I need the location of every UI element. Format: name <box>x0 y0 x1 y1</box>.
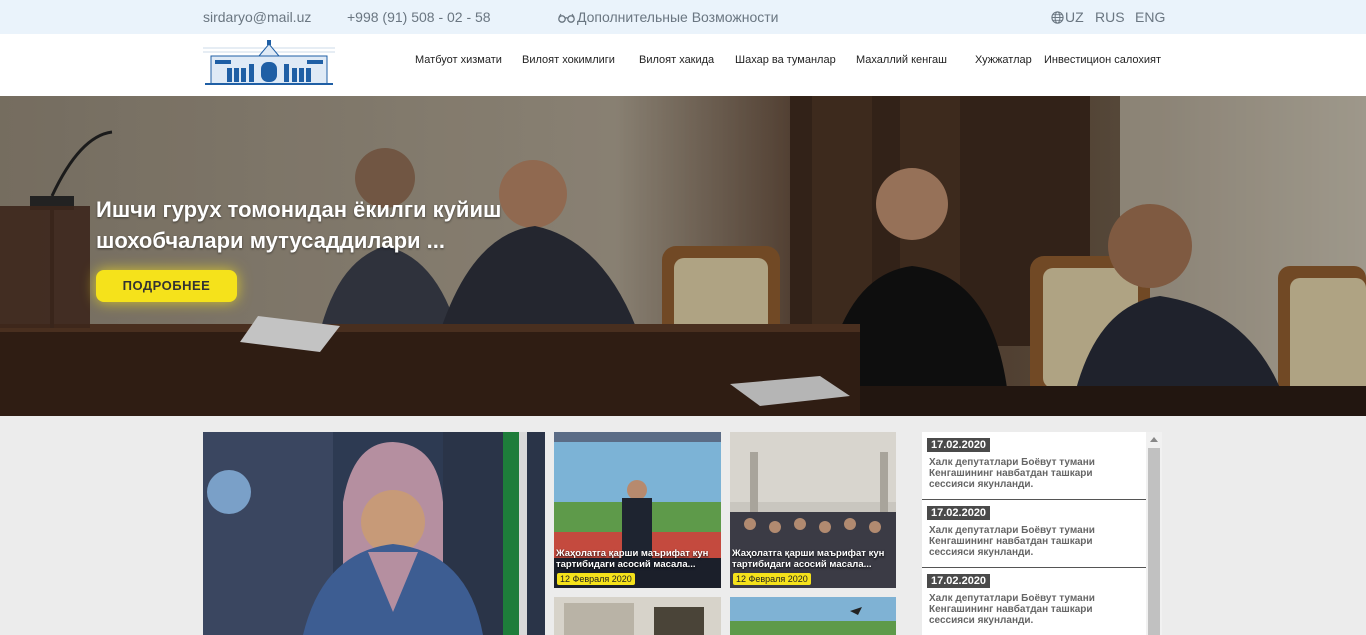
news-card[interactable]: Жаҳолатга қарши маърифат кун тартибидаги… <box>554 432 721 588</box>
hero-title: Ишчи гурух томонидан ёкилги куйиш шохобч… <box>96 197 502 253</box>
feed-scrollbar[interactable] <box>1146 432 1162 635</box>
site-header: Матбуот хизмати Вилоят хокимлиги Вилоят … <box>0 34 1366 96</box>
accessibility-link[interactable]: Дополнительные Возможности <box>558 9 778 25</box>
government-building-logo[interactable] <box>203 38 335 86</box>
news-card[interactable] <box>554 597 721 635</box>
news-date: 12 Февраля 2020 <box>733 573 811 585</box>
contact-email[interactable]: sirdaryo@mail.uz <box>203 9 311 25</box>
nav-about-region[interactable]: Вилоят хакида <box>639 54 714 66</box>
nav-regional-administration[interactable]: Вилоят хокимлиги <box>522 54 615 66</box>
lang-uz-label: UZ <box>1065 9 1084 25</box>
read-more-button[interactable]: ПОДРОБНЕЕ <box>96 270 237 302</box>
nav-cities-districts[interactable]: Шахар ва туманлар <box>735 54 836 66</box>
feed-item[interactable]: 17.02.2020 Халк депутатлари Боёвут туман… <box>922 500 1146 568</box>
glasses-icon <box>558 13 575 23</box>
feed-date: 17.02.2020 <box>927 506 991 520</box>
featured-news-photo <box>203 432 545 635</box>
news-photo <box>554 597 721 635</box>
feed-text: Халк депутатлари Боёвут тумани Кенгашини… <box>929 457 1095 490</box>
nav-investment[interactable]: Инвестицион салохият <box>1044 54 1161 66</box>
lang-rus[interactable]: RUS <box>1095 9 1125 25</box>
top-bar: sirdaryo@mail.uz +998 (91) 508 - 02 - 58… <box>0 0 1366 34</box>
feed-item[interactable]: 17.02.2020 Халк депутатлари Боёвут туман… <box>922 432 1146 500</box>
lang-uz[interactable]: UZ <box>1051 9 1084 25</box>
scrollbar-thumb[interactable] <box>1148 448 1160 635</box>
feed-item[interactable]: 17.02.2020 Халк депутатлари Боёвут туман… <box>922 568 1146 635</box>
news-card[interactable]: Жаҳолатга қарши маърифат кун тартибидаги… <box>730 432 896 588</box>
featured-news-card[interactable] <box>203 432 545 635</box>
contact-phone[interactable]: +998 (91) 508 - 02 - 58 <box>347 9 491 25</box>
feed-text: Халк депутатлари Боёвут тумани Кенгашини… <box>929 525 1095 558</box>
hero-slider: Ишчи гурух томонидан ёкилги куйиш шохобч… <box>0 96 1366 416</box>
news-photo <box>730 597 896 635</box>
nav-documents[interactable]: Хужжатлар <box>975 54 1032 66</box>
scroll-up-arrow-icon[interactable] <box>1150 437 1158 442</box>
feed-date: 17.02.2020 <box>927 438 991 452</box>
feed-date: 17.02.2020 <box>927 574 991 588</box>
feed-text: Халк депутатлари Боёвут тумани Кенгашини… <box>929 593 1095 626</box>
news-feed: 17.02.2020 Халк депутатлари Боёвут туман… <box>922 432 1162 635</box>
news-card[interactable] <box>730 597 896 635</box>
globe-icon <box>1051 11 1064 24</box>
nav-local-council[interactable]: Махаллий кенгаш <box>856 54 947 66</box>
nav-press-service[interactable]: Матбуот хизмати <box>415 54 502 66</box>
lang-eng[interactable]: ENG <box>1135 9 1165 25</box>
hero-photo <box>0 96 1366 416</box>
news-date: 12 Февраля 2020 <box>557 573 635 585</box>
news-caption: Жаҳолатга қарши маърифат кун тартибидаги… <box>556 548 709 570</box>
news-caption: Жаҳолатга қарши маърифат кун тартибидаги… <box>732 548 885 570</box>
accessibility-label: Дополнительные Возможности <box>577 9 779 25</box>
